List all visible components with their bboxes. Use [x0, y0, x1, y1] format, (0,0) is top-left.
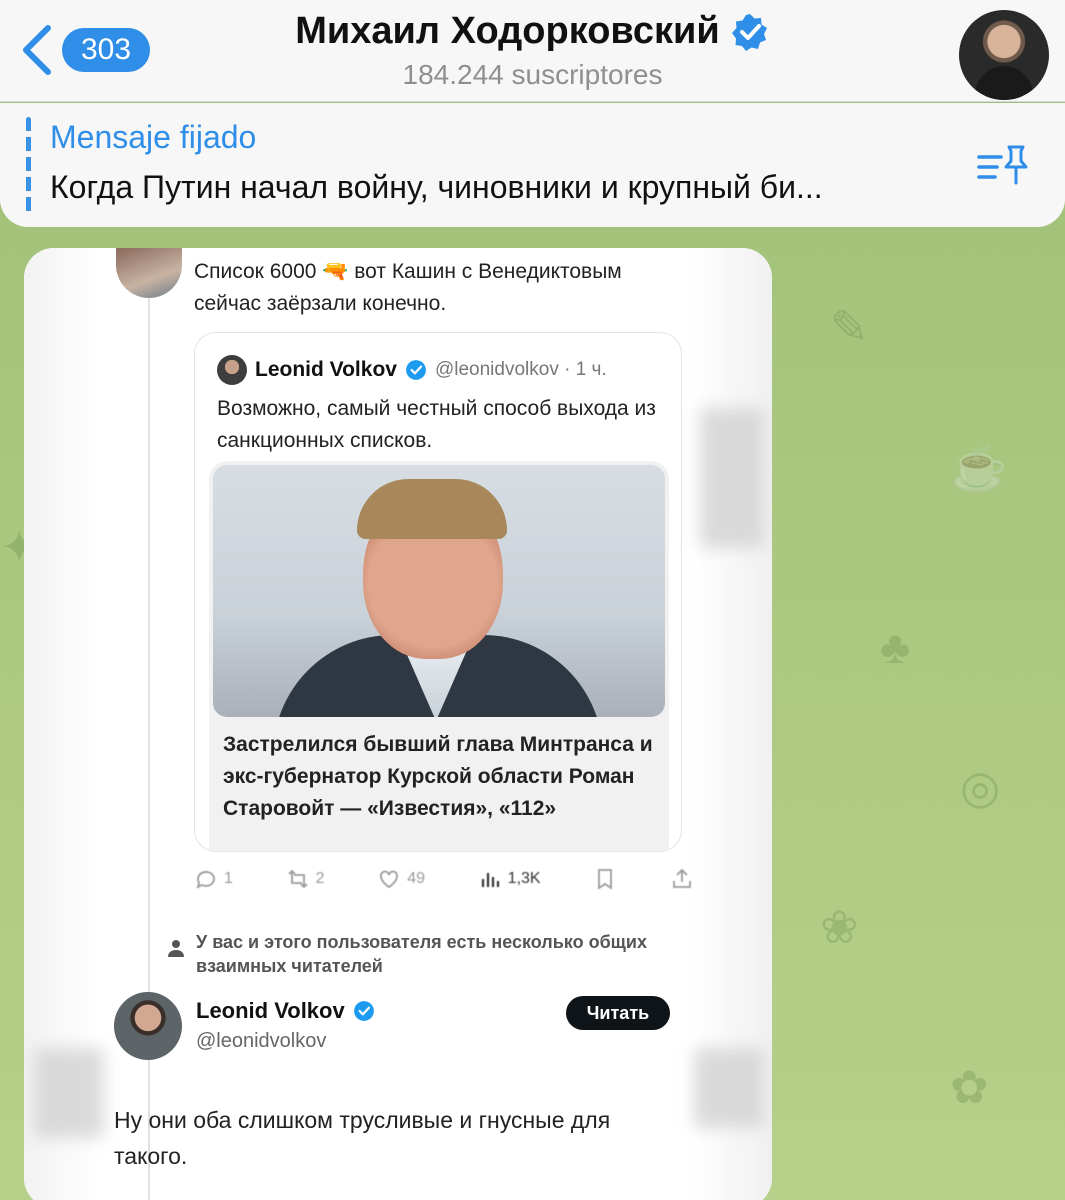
verified-icon	[731, 13, 767, 51]
bookmark-icon	[598, 869, 613, 890]
reply-action[interactable]: 1	[194, 867, 233, 891]
avatar	[116, 248, 182, 298]
pinned-indicator	[26, 117, 31, 213]
heart-icon	[380, 870, 399, 889]
reply-icon	[196, 871, 215, 889]
channel-title: Михаил Ходорковский	[295, 10, 720, 52]
view-count: 1,3K	[507, 870, 541, 887]
blurred-edge	[700, 408, 764, 548]
quoted-tweet[interactable]: Leonid Volkov @leonidvolkov · 1 ч. Возмо…	[194, 332, 682, 852]
tweet-body: Ну они оба слишком трусливые и гнусные д…	[114, 1107, 611, 1169]
background-doodle: ♣	[880, 621, 911, 673]
repost-action[interactable]: 2	[286, 867, 325, 891]
pinned-text: Когда Путин начал войну, чиновники и кру…	[50, 169, 823, 205]
like-count: 49	[407, 870, 425, 887]
person-icon	[168, 940, 184, 957]
pin-list-icon[interactable]	[977, 143, 1029, 189]
quoted-author-handle: @leonidvolkov · 1 ч.	[434, 359, 607, 380]
follow-button[interactable]: Читать	[566, 996, 670, 1030]
tweet-actions: 1 2 49 1,3K	[194, 864, 694, 894]
channel-info[interactable]: Михаил Ходорковский 184.244 suscriptores	[0, 10, 1065, 91]
pinned-label: Mensaje fijado	[50, 119, 257, 155]
verified-icon	[353, 1001, 374, 1021]
like-action[interactable]: 49	[377, 867, 425, 891]
bookmark-action[interactable]	[593, 867, 617, 891]
channel-avatar[interactable]	[959, 10, 1049, 100]
views-action[interactable]: 1,3K	[478, 867, 541, 891]
bar-chart-icon	[481, 873, 499, 887]
pinned-message-bar[interactable]: Mensaje fijado Когда Путин начал войну, …	[0, 103, 1065, 227]
news-title: Застрелился бывший глава Минтранса и экс…	[223, 733, 653, 820]
tweet-text: Список 6000 🔫 вот Кашин с Венедиктовым с…	[194, 260, 622, 315]
reply-count: 1	[224, 870, 233, 887]
repost-icon	[287, 869, 308, 889]
share-action[interactable]	[670, 867, 694, 891]
verified-icon	[406, 360, 426, 380]
mutual-followers-text: У вас и этого пользователя есть нескольк…	[196, 932, 647, 976]
repost-count: 2	[315, 870, 325, 887]
subscriber-count: 184.244 suscriptores	[402, 59, 663, 90]
avatar[interactable]	[114, 992, 182, 1060]
blurred-edge	[694, 1048, 764, 1128]
background-doodle: ☕	[950, 441, 1008, 493]
chat-header: 303 Михаил Ходорковский 184.244 suscript…	[0, 0, 1065, 102]
background-doodle: ✎	[830, 301, 869, 353]
background-doodle: ✿	[950, 1061, 989, 1113]
background-doodle: ◎	[960, 761, 1001, 813]
author-handle[interactable]: @leonidvolkov	[196, 1030, 326, 1053]
avatar	[217, 355, 247, 385]
background-doodle: ❀	[820, 901, 859, 953]
thread-line	[148, 298, 150, 1200]
news-card[interactable]: Застрелился бывший глава Минтранса и экс…	[209, 461, 669, 851]
blurred-edge	[34, 1048, 104, 1138]
mutual-followers-notice: У вас и этого пользователя есть нескольк…	[166, 930, 656, 978]
share-icon	[673, 868, 691, 888]
news-photo	[213, 465, 665, 717]
message-bubble[interactable]: Список 6000 🔫 вот Кашин с Венедиктовым с…	[24, 248, 772, 1200]
quoted-tweet-text: Возможно, самый честный способ выхода из…	[217, 397, 656, 452]
quoted-author-name: Leonid Volkov	[255, 358, 397, 381]
author-name[interactable]: Leonid Volkov	[196, 998, 345, 1024]
